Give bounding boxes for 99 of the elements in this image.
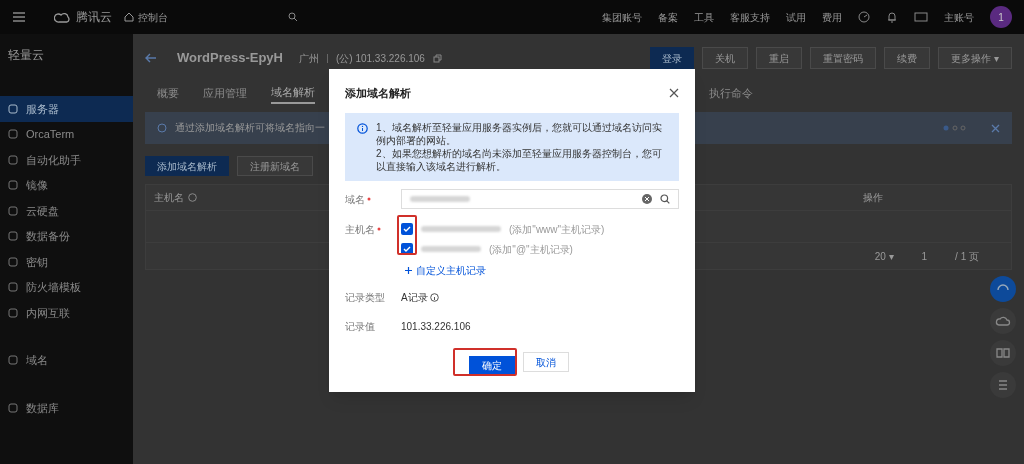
- column-header: 操作: [863, 191, 883, 205]
- check-icon: [403, 245, 411, 253]
- item-icon: [8, 129, 18, 140]
- sidebar-item[interactable]: 域名: [0, 347, 133, 373]
- dialog-title: 添加域名解析: [345, 85, 411, 101]
- field-label: 主机名: [345, 222, 375, 237]
- item-icon: [8, 307, 18, 318]
- record-value: 101.33.226.106: [401, 320, 471, 334]
- item-icon: [8, 180, 18, 191]
- item-icon: [8, 154, 18, 165]
- cancel-button[interactable]: 取消: [523, 352, 569, 372]
- info-text: 1、域名解析至轻量应用服务器实例后，您就可以通过域名访问实例内部署的网站。: [376, 121, 663, 147]
- back-arrow-icon: [145, 53, 157, 63]
- item-icon: [8, 282, 18, 293]
- item-icon: [8, 205, 18, 216]
- highlight-box: [453, 348, 517, 376]
- field-label: 记录类型: [345, 291, 385, 305]
- region-label: 广州: [298, 51, 319, 66]
- cloud-icon: [990, 308, 1016, 334]
- toolbar-button[interactable]: 注册新域名: [237, 156, 313, 176]
- clear-icon: [642, 194, 652, 204]
- host-hint: (添加"www"主机记录): [509, 222, 605, 237]
- account-label: 主账号: [944, 10, 974, 25]
- column-header: 主机名: [154, 191, 184, 205]
- item-icon: [8, 256, 18, 267]
- list-icon: [990, 372, 1016, 398]
- page-field[interactable]: 1: [905, 248, 944, 264]
- toolbar-button[interactable]: 添加域名解析: [145, 156, 229, 176]
- tab[interactable]: 概要: [157, 82, 179, 104]
- tab[interactable]: 应用管理: [203, 82, 247, 104]
- action-button[interactable]: 重启: [756, 47, 803, 69]
- sidebar-item[interactable]: 自动化助手: [0, 147, 133, 173]
- item-icon: [8, 402, 18, 413]
- sidebar-item[interactable]: 云硬盘: [0, 198, 133, 224]
- info-icon: [188, 193, 197, 202]
- console-link[interactable]: 控制台: [138, 9, 168, 25]
- add-custom-host-link[interactable]: 自定义主机记录: [405, 263, 605, 278]
- record-type-value: A记录: [401, 291, 428, 305]
- ip-address: (公) 101.33.226.106: [335, 51, 425, 66]
- domain-input-field[interactable]: [401, 189, 679, 209]
- item-icon: [8, 231, 18, 242]
- action-button[interactable]: 关机: [702, 47, 749, 69]
- mail-icon: [914, 12, 928, 22]
- host-hint: (添加"@"主机记录): [489, 242, 573, 257]
- home-icon: [124, 12, 134, 22]
- sidebar-title: 轻量云: [7, 47, 45, 64]
- sidebar-item[interactable]: 数据备份: [0, 223, 133, 249]
- page-count: / 1 页: [955, 249, 979, 264]
- sidebar-item[interactable]: 镜像: [0, 172, 133, 198]
- nav-link[interactable]: 试用: [786, 9, 806, 25]
- info-text: 2、如果您想解析的域名尚未添加至轻量应用服务器控制台，您可以直接输入该域名进行解析。: [376, 147, 663, 173]
- info-icon: [357, 123, 368, 134]
- nav-link[interactable]: 客服支持: [730, 9, 770, 25]
- instance-name: WordPress-EpyH: [177, 49, 283, 68]
- info-icon: [429, 293, 439, 302]
- sidebar-item[interactable]: 数据库: [0, 395, 133, 421]
- redacted-text: [410, 196, 470, 202]
- page-size-select[interactable]: 20 ▾: [874, 248, 894, 264]
- avatar[interactable]: 1: [990, 6, 1012, 28]
- carousel-dots-icon: [943, 125, 967, 131]
- cloud-icon: [54, 11, 72, 23]
- search-icon: [660, 194, 670, 204]
- sidebar-item[interactable]: 内网互联: [0, 300, 133, 326]
- tab[interactable]: 执行命令: [709, 82, 753, 104]
- plus-icon: [405, 267, 412, 274]
- nav-link[interactable]: 集团账号: [602, 9, 642, 25]
- field-label: 域名: [345, 192, 365, 207]
- book-icon: [990, 340, 1016, 366]
- nav-link[interactable]: 备案: [658, 9, 678, 25]
- sidebar-item[interactable]: 防火墙模板: [0, 274, 133, 300]
- sidebar-item[interactable]: 服务器: [0, 96, 133, 122]
- close-icon: [669, 88, 679, 98]
- item-icon: [8, 103, 18, 114]
- required-icon: [367, 197, 371, 201]
- search-icon: [288, 12, 298, 22]
- required-icon: [377, 227, 381, 231]
- confirm-button[interactable]: 确定: [469, 355, 515, 376]
- item-icon: [8, 355, 18, 366]
- copy-icon: [432, 53, 442, 63]
- menu-icon: [12, 11, 26, 23]
- tab[interactable]: 域名解析: [271, 82, 315, 104]
- redacted-text: [421, 246, 481, 252]
- field-label: 记录值: [345, 320, 375, 334]
- action-button[interactable]: 续费: [884, 47, 931, 69]
- action-button[interactable]: 更多操作 ▾: [938, 47, 1012, 69]
- nav-link[interactable]: 工具: [694, 9, 714, 25]
- close-icon: [991, 123, 1000, 133]
- check-icon: [403, 225, 411, 233]
- headset-button-icon: [990, 276, 1016, 302]
- sidebar-item[interactable]: OrcaTerm: [0, 121, 133, 147]
- bell-icon: [886, 11, 898, 23]
- action-button[interactable]: 登录: [650, 47, 695, 69]
- sidebar-item[interactable]: 密钥: [0, 249, 133, 275]
- gauge-icon: [858, 11, 870, 23]
- checkbox[interactable]: [401, 223, 413, 235]
- logo[interactable]: 腾讯云: [76, 8, 112, 26]
- info-icon: [157, 123, 167, 133]
- action-button[interactable]: 重置密码: [810, 47, 877, 69]
- nav-link[interactable]: 费用: [822, 9, 842, 25]
